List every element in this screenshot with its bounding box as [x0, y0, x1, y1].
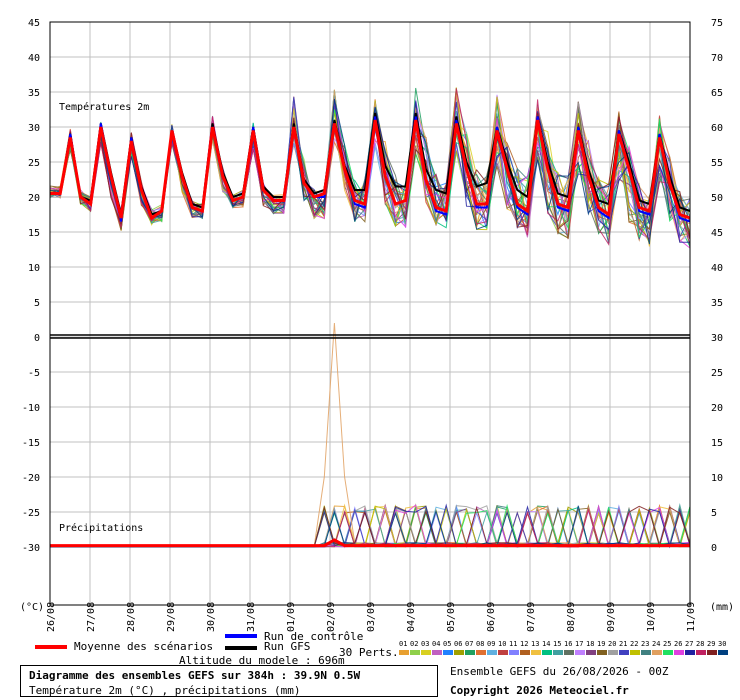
date-tick-label: 30/08 [206, 602, 217, 632]
right-tick-label: 15 [711, 438, 723, 449]
right-tick-label: 10 [711, 473, 723, 484]
date-tick-label: 01/09 [286, 602, 297, 632]
left-tick-label: -30 [22, 543, 40, 554]
title-box: Diagramme des ensembles GEFS sur 384h : … [20, 665, 438, 697]
right-tick-label: 35 [711, 298, 723, 309]
date-tick-label: 29/08 [166, 602, 177, 632]
left-tick-label: -25 [22, 508, 40, 519]
left-tick-label: 15 [28, 228, 40, 239]
date-tick-label: 06/09 [486, 602, 497, 632]
left-tick-label: 35 [28, 88, 40, 99]
date-tick-label: 04/09 [406, 602, 417, 632]
left-tick-label: -20 [22, 473, 40, 484]
date-tick-label: 26/08 [46, 602, 57, 632]
right-tick-label: 20 [711, 403, 723, 414]
right-tick-label: 45 [711, 228, 723, 239]
date-tick-label: 28/08 [126, 602, 137, 632]
date-tick-label: 07/09 [526, 602, 537, 632]
right-tick-label: 60 [711, 123, 723, 134]
left-tick-label: -15 [22, 438, 40, 449]
left-tick-label: 10 [28, 263, 40, 274]
right-tick-label: 40 [711, 263, 723, 274]
precip-panel-label: Précipitations [59, 522, 143, 534]
run-info: Ensemble GEFS du 26/08/2026 - 00Z [450, 665, 669, 678]
left-tick-label: 0 [34, 333, 40, 344]
right-tick-label: 0 [711, 543, 717, 554]
right-tick-label: 5 [711, 508, 717, 519]
date-tick-label: 08/09 [566, 602, 577, 632]
left-tick-label: 30 [28, 123, 40, 134]
temp-panel-label: Températures 2m [59, 101, 149, 113]
date-tick-label: 03/09 [366, 602, 377, 632]
date-tick-label: 10/09 [646, 602, 657, 632]
right-tick-label: 70 [711, 53, 723, 64]
date-tick-label: 09/09 [606, 602, 617, 632]
date-tick-label: 27/08 [86, 602, 97, 632]
left-tick-label: 25 [28, 158, 40, 169]
left-tick-label: 45 [28, 18, 40, 29]
right-tick-label: 65 [711, 88, 723, 99]
left-tick-label: 20 [28, 193, 40, 204]
right-unit-label: (mm) [710, 602, 734, 613]
date-tick-label: 05/09 [446, 602, 457, 632]
right-tick-label: 55 [711, 158, 723, 169]
right-tick-label: 30 [711, 333, 723, 344]
right-tick-label: 50 [711, 193, 723, 204]
date-tick-label: 31/08 [246, 602, 257, 632]
left-tick-label: 5 [34, 298, 40, 309]
date-tick-label: 02/09 [326, 602, 337, 632]
copyright: Copyright 2026 Meteociel.fr [450, 684, 629, 697]
right-tick-label: 75 [711, 18, 723, 29]
left-tick-label: -5 [28, 368, 40, 379]
date-tick-label: 11/09 [686, 602, 697, 632]
title-text: Diagramme des ensembles GEFS sur 384h : … [29, 669, 361, 682]
subtitle-text: Température 2m (°C) , précipitations (mm… [29, 684, 301, 697]
left-tick-label: 40 [28, 53, 40, 64]
left-tick-label: -10 [22, 403, 40, 414]
left-unit-label: (°C) [20, 602, 44, 613]
gefs-ensemble-chart: 45 7540 7035 6530 6025 5520 5015 4510 405 350 30-5… [20, 18, 734, 632]
right-tick-label: 25 [711, 368, 723, 379]
